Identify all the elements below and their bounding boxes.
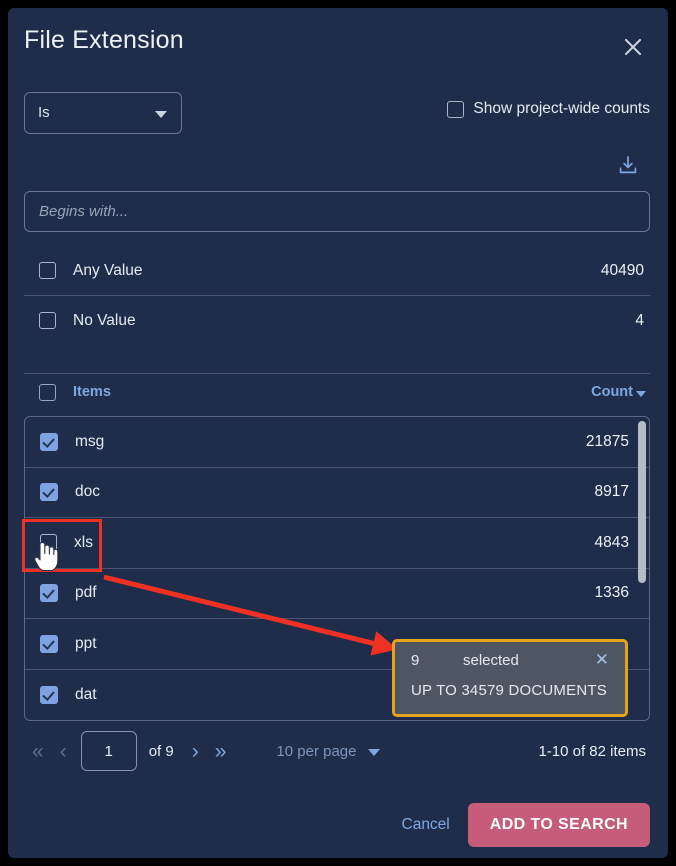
first-page-button[interactable]: « bbox=[24, 741, 52, 762]
caret-down-icon bbox=[636, 390, 646, 397]
show-project-wide-counts-label: Show project-wide counts bbox=[473, 100, 650, 117]
operator-value: Is bbox=[38, 104, 50, 121]
tooltip-count: 9 bbox=[411, 652, 420, 669]
item-count: 8917 bbox=[594, 483, 629, 501]
item-checkbox-checked[interactable] bbox=[40, 634, 58, 653]
item-count: 21875 bbox=[585, 432, 629, 450]
cancel-button[interactable]: Cancel bbox=[402, 816, 450, 834]
item-label: msg bbox=[75, 432, 105, 450]
page-total-label: of 9 bbox=[148, 742, 174, 760]
any-value-row[interactable]: Any Value 40490 bbox=[24, 246, 650, 295]
item-count: 1336 bbox=[594, 584, 629, 602]
no-value-count: 4 bbox=[635, 311, 644, 329]
item-count: 4843 bbox=[594, 533, 629, 551]
search-input[interactable] bbox=[25, 192, 649, 231]
any-value-label: Any Value bbox=[73, 261, 143, 279]
table-row[interactable]: pdf 1336 bbox=[25, 569, 649, 619]
table-row[interactable]: doc 8917 bbox=[25, 468, 649, 518]
show-project-wide-counts-checkbox[interactable]: Show project-wide counts bbox=[447, 100, 650, 118]
screenshot-root: File Extension Is Show project-wide coun… bbox=[0, 0, 676, 866]
prev-page-button[interactable]: ‹ bbox=[52, 741, 75, 762]
chevron-down-icon bbox=[155, 111, 167, 118]
item-checkbox-checked[interactable] bbox=[40, 483, 58, 502]
list-scrollbar[interactable] bbox=[638, 421, 646, 718]
select-all-items-checkbox[interactable] bbox=[39, 383, 56, 401]
tooltip-selected-label: selected bbox=[463, 652, 519, 669]
sort-by-count-control[interactable]: Count bbox=[591, 384, 646, 400]
items-header: Items Count bbox=[24, 373, 650, 410]
no-value-row[interactable]: No Value 4 bbox=[24, 295, 650, 345]
item-label: doc bbox=[75, 483, 100, 501]
tooltip-line-1: 9 selected ✕ bbox=[395, 651, 625, 676]
any-value-checkbox[interactable] bbox=[39, 262, 56, 279]
next-page-button[interactable]: › bbox=[184, 741, 207, 762]
per-page-label: 10 per page bbox=[276, 742, 357, 760]
sort-label: Count bbox=[591, 384, 633, 400]
item-label: pdf bbox=[75, 584, 97, 602]
scrollbar-thumb[interactable] bbox=[638, 421, 646, 583]
last-page-button[interactable]: » bbox=[207, 741, 235, 762]
search-input-wrapper bbox=[24, 191, 650, 232]
item-checkbox-unchecked[interactable] bbox=[40, 534, 57, 552]
no-value-label: No Value bbox=[73, 311, 136, 329]
pagination: « ‹ of 9 › » 10 per page 1-10 of 82 item… bbox=[24, 730, 650, 772]
item-label: ppt bbox=[75, 634, 97, 652]
add-to-search-button[interactable]: ADD TO SEARCH bbox=[467, 803, 650, 847]
file-extension-dialog: File Extension Is Show project-wide coun… bbox=[8, 8, 668, 858]
any-value-count: 40490 bbox=[600, 261, 644, 279]
page-title: File Extension bbox=[24, 26, 184, 54]
items-header-label[interactable]: Items bbox=[73, 384, 111, 400]
dialog-footer: Cancel ADD TO SEARCH bbox=[402, 803, 650, 847]
table-row[interactable]: msg 21875 bbox=[25, 417, 649, 468]
caret-down-icon bbox=[368, 748, 381, 756]
page-number-input[interactable] bbox=[80, 731, 137, 771]
item-range-label: 1-10 of 82 items bbox=[538, 742, 646, 760]
per-page-dropdown[interactable]: 10 per page bbox=[276, 742, 381, 760]
item-checkbox-checked[interactable] bbox=[40, 685, 58, 704]
item-label: xls bbox=[74, 533, 93, 551]
checkbox-unchecked-icon bbox=[447, 100, 465, 118]
operator-dropdown[interactable]: Is bbox=[24, 92, 182, 134]
item-checkbox-checked[interactable] bbox=[40, 432, 58, 451]
item-label: dat bbox=[75, 685, 97, 703]
close-icon[interactable] bbox=[620, 34, 646, 60]
tooltip-detail: UP TO 34579 DOCUMENTS bbox=[411, 682, 607, 699]
no-value-checkbox[interactable] bbox=[39, 312, 56, 329]
selection-tooltip: 9 selected ✕ UP TO 34579 DOCUMENTS bbox=[392, 639, 628, 717]
dialog-header: File Extension bbox=[8, 8, 668, 82]
tooltip-close-icon[interactable]: ✕ bbox=[595, 651, 609, 668]
table-row[interactable]: xls 4843 bbox=[25, 518, 649, 569]
operator-row: Is Show project-wide counts bbox=[8, 92, 668, 140]
item-checkbox-checked[interactable] bbox=[40, 584, 58, 603]
download-icon[interactable] bbox=[616, 154, 640, 178]
